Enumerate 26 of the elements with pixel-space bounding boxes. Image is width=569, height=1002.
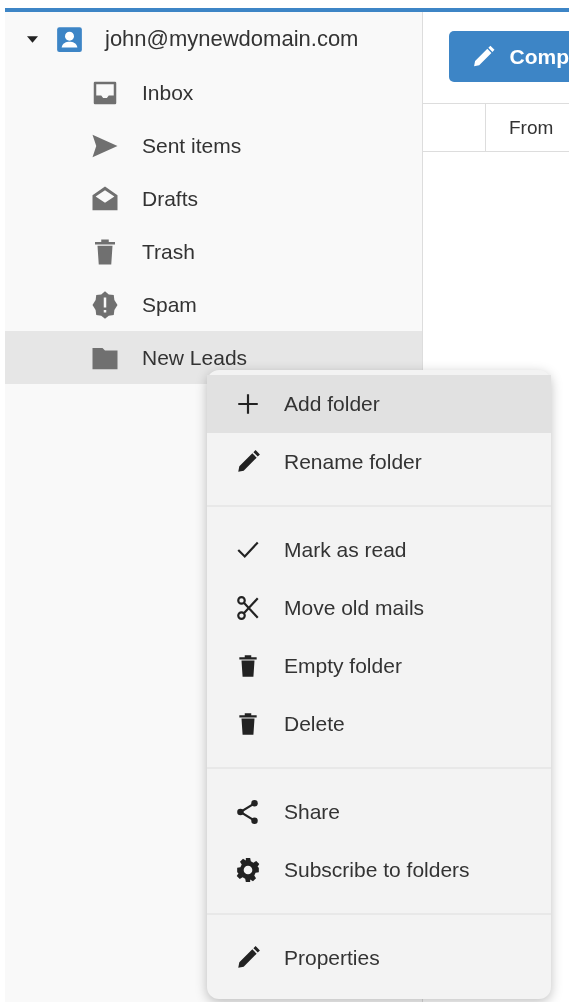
scissors-icon [235,595,261,621]
pencil-icon [235,449,261,475]
menu-item[interactable]: Mark as read [207,521,551,579]
menu-item[interactable]: Empty folder [207,637,551,695]
menu-item[interactable]: Subscribe to folders [207,841,551,899]
column-header[interactable]: From [486,104,569,151]
contact-icon [56,25,83,53]
folder-item[interactable]: Trash [5,225,422,278]
menu-item[interactable]: Properties [207,929,551,987]
pencil-icon [235,945,261,971]
share-icon [235,799,261,825]
caret-icon[interactable] [27,33,38,45]
menu-item[interactable]: Share [207,783,551,841]
menu-item[interactable]: Delete [207,695,551,753]
folder-item[interactable]: Spam [5,278,422,331]
folder-item[interactable]: Inbox [5,66,422,119]
compose-button[interactable]: Comp [449,31,569,82]
settings-icon [235,857,261,883]
menu-item[interactable]: Rename folder [207,433,551,491]
plus-icon [235,391,261,417]
folder-item[interactable]: Sent items [5,119,422,172]
warning-icon [90,289,120,320]
menu-item[interactable]: Add folder [207,375,551,433]
folder-item[interactable]: Drafts [5,172,422,225]
menu-item[interactable]: Move old mails [207,579,551,637]
account-name[interactable]: john@mynewdomain.com [105,26,359,52]
